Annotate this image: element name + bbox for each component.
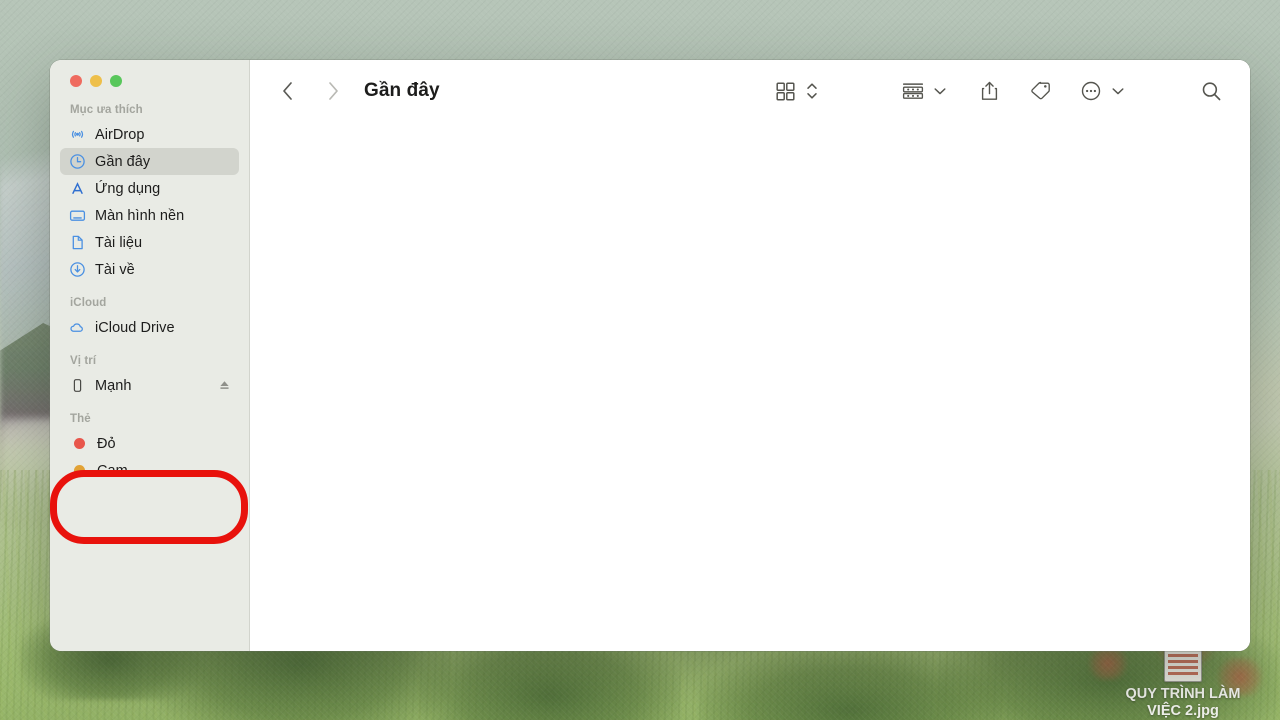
sidebar-item-label: Ứng dụng (95, 180, 161, 197)
finder-sidebar: Mục ưa thích AirDrop Gần đây Ứng dụng Mà… (50, 60, 250, 651)
device-icon (69, 377, 86, 394)
search-button[interactable] (1194, 76, 1228, 106)
sidebar-section-header: Thẻ (70, 413, 91, 425)
forward-button[interactable] (316, 74, 350, 108)
maximize-button[interactable] (110, 75, 122, 87)
sidebar-section-locations: Vị trí Mạnh (60, 355, 239, 399)
file-list-empty-area[interactable] (250, 122, 1250, 651)
sidebar-item-label: Cam (97, 462, 128, 479)
group-by-button[interactable] (896, 76, 930, 106)
finder-toolbar: Gần đây (250, 60, 1250, 122)
sidebar-item-label: Gần đây (95, 153, 151, 170)
tag-dot-orange-icon (74, 465, 85, 476)
tag-dot-red-icon (74, 438, 85, 449)
appstore-icon (69, 180, 86, 197)
desktop-icon (69, 207, 86, 224)
sidebar-item-airdrop[interactable]: AirDrop (60, 121, 239, 148)
sidebar-scroll-area[interactable]: Mục ưa thích AirDrop Gần đây Ứng dụng Mà… (50, 104, 249, 484)
sidebar-item-tag-orange[interactable]: Cam (60, 457, 239, 484)
sidebar-section-favorites: Mục ưa thích AirDrop Gần đây Ứng dụng Mà… (60, 104, 239, 283)
sidebar-item-icloud-drive[interactable]: iCloud Drive (60, 314, 239, 341)
sidebar-item-label: Tài về (95, 261, 135, 278)
eject-icon[interactable] (218, 379, 231, 392)
sidebar-item-documents[interactable]: Tài liệu (60, 229, 239, 256)
sidebar-item-label: Tài liệu (95, 234, 143, 251)
back-button[interactable] (270, 74, 304, 108)
sidebar-section-header: Vị trí (70, 355, 97, 367)
sidebar-item-label: iCloud Drive (95, 319, 175, 336)
sidebar-item-applications[interactable]: Ứng dụng (60, 175, 239, 202)
sidebar-item-label: Màn hình nền (95, 207, 185, 224)
sidebar-item-tag-red[interactable]: Đỏ (60, 430, 239, 457)
finder-content: Gần đây (250, 60, 1250, 651)
more-options-chevron-down-icon[interactable] (1108, 76, 1128, 106)
cloud-icon (69, 319, 86, 336)
sidebar-section-header: Mục ưa thích (70, 104, 143, 116)
sidebar-item-label: Đỏ (97, 435, 116, 452)
document-icon (69, 234, 86, 251)
sidebar-item-label: AirDrop (95, 126, 145, 143)
window-controls (50, 60, 249, 87)
airdrop-icon (69, 126, 86, 143)
close-button[interactable] (70, 75, 82, 87)
desktop-file-label-line2: VIỆC 2.jpg (1147, 703, 1219, 719)
sidebar-section-icloud: iCloud iCloud Drive (60, 297, 239, 341)
view-mode-button[interactable] (768, 76, 802, 106)
finder-window: Mục ưa thích AirDrop Gần đây Ứng dụng Mà… (50, 60, 1250, 651)
tag-button[interactable] (1023, 76, 1057, 106)
page-title: Gần đây (364, 80, 440, 101)
sidebar-item-recents[interactable]: Gần đây (60, 148, 239, 175)
desktop-file-icon[interactable]: QUY TRÌNH LÀM VIỆC 2.jpg (1108, 648, 1258, 720)
sidebar-item-downloads[interactable]: Tài về (60, 256, 239, 283)
image-file-thumbnail[interactable] (1164, 648, 1202, 682)
sidebar-item-desktop[interactable]: Màn hình nền (60, 202, 239, 229)
share-button[interactable] (972, 76, 1006, 106)
more-options-button[interactable] (1074, 76, 1108, 106)
sidebar-item-network-manh[interactable]: Mạnh (60, 372, 239, 399)
sidebar-section-header: iCloud (70, 297, 107, 309)
desktop-file-label-line1: QUY TRÌNH LÀM (1125, 686, 1241, 702)
clock-icon (69, 153, 86, 170)
download-icon (69, 261, 86, 278)
sidebar-section-tags: Thẻ Đỏ Cam (60, 413, 239, 484)
sidebar-item-label: Mạnh (95, 377, 132, 394)
minimize-button[interactable] (90, 75, 102, 87)
view-mode-chevron-icon[interactable] (802, 76, 822, 106)
group-by-chevron-down-icon[interactable] (930, 76, 950, 106)
